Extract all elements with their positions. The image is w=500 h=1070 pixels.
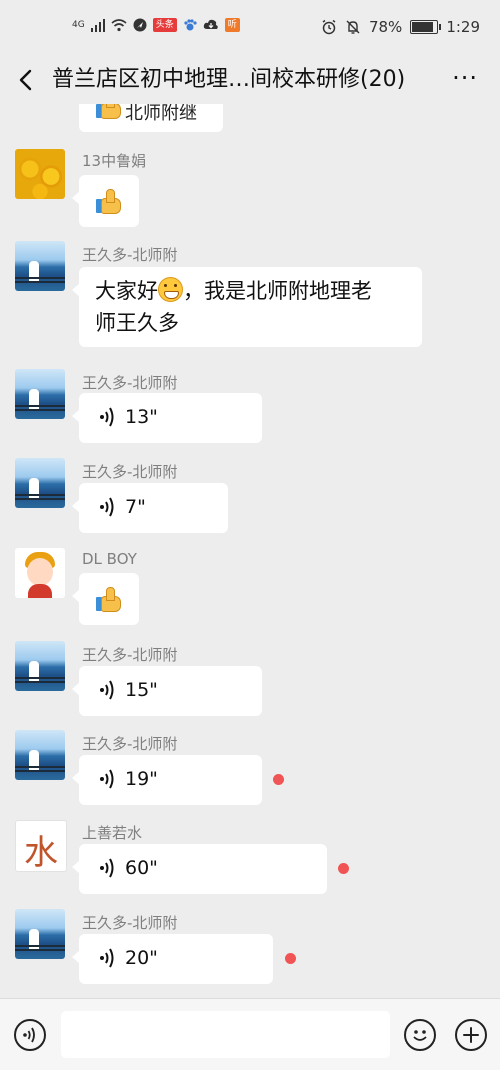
voice-message-bubble[interactable]: 7" [72, 483, 228, 533]
clock: 1:29 [446, 18, 480, 36]
sender-name: 王久多-北师附 [82, 914, 178, 932]
avatar[interactable] [15, 909, 65, 959]
voice-wave-icon [100, 769, 114, 789]
message-bubble[interactable]: 北师附继续 [79, 104, 223, 132]
battery-icon [410, 20, 442, 34]
avatar[interactable] [15, 369, 65, 419]
avatar[interactable] [15, 458, 65, 508]
message-text: ，我是北师附地理老 [183, 279, 372, 303]
sender-name: 王久多-北师附 [82, 463, 178, 481]
avatar[interactable] [15, 548, 65, 598]
cloud-download-icon [203, 19, 218, 29]
avatar[interactable] [15, 149, 65, 199]
sender-name: 王久多-北师附 [82, 735, 178, 753]
paw-icon [184, 19, 197, 31]
input-bar [0, 998, 500, 1070]
voice-input-button[interactable] [14, 1019, 46, 1051]
voice-duration: 7" [125, 496, 146, 518]
thumbs-up-icon [96, 587, 121, 612]
message-bubble[interactable]: 大家好 ，我是北师附地理老 师王久多 [72, 267, 422, 347]
alarm-icon [322, 19, 336, 35]
thumbs-up-icon [96, 189, 121, 214]
voice-duration: 15" [125, 679, 158, 701]
message-input[interactable] [61, 1011, 390, 1058]
sender-name: 王久多-北师附 [82, 646, 178, 664]
voice-wave-icon [23, 1027, 35, 1043]
voice-message-bubble[interactable]: 60" [72, 844, 327, 894]
more-options-icon[interactable]: ··· [452, 64, 478, 92]
voice-wave-icon [100, 948, 114, 968]
voice-duration: 19" [125, 768, 158, 790]
sender-name: DL BOY [82, 550, 137, 568]
chat-header: 普兰店区初中地理…间校本研修(20) ··· [0, 56, 500, 104]
message-text: 大家好 [95, 279, 158, 303]
avatar[interactable] [15, 641, 65, 691]
thumbs-up-icon [96, 104, 121, 119]
unread-dot [273, 774, 284, 785]
message-list[interactable]: 北师附继续 13中鲁娟 王久多-北师附 大家好 ，我是北师附地理老 师王久多 王久… [0, 104, 500, 998]
status-icons-right: 78% 1:29 [321, 18, 480, 36]
unread-dot [338, 863, 349, 874]
smile-icon [413, 1030, 427, 1041]
toutiao-badge: 头条 [152, 18, 177, 32]
signal-icon [90, 19, 105, 32]
message-text: 师王久多 [95, 311, 179, 335]
add-button[interactable] [455, 1019, 487, 1051]
mute-bell-icon [346, 20, 360, 34]
voice-wave-icon [100, 407, 114, 427]
plus-icon [463, 1027, 479, 1043]
avatar[interactable] [15, 241, 65, 291]
avatar[interactable] [15, 730, 65, 780]
unread-dot [285, 953, 296, 964]
sender-name: 上善若水 [82, 824, 143, 842]
network-type: 4G [72, 20, 85, 30]
sender-name: 王久多-北师附 [82, 246, 178, 264]
voice-message-bubble[interactable]: 15" [72, 666, 262, 716]
status-bar: 4G 头条 听 78% 1:29 [0, 0, 500, 56]
status-icons-left: 4G 头条 听 [72, 18, 240, 32]
message-text: 北师附继续 [125, 104, 197, 124]
emoji-message-bubble[interactable] [72, 175, 139, 227]
emoji-message-bubble[interactable] [72, 573, 139, 625]
voice-message-bubble[interactable]: 20" [72, 934, 273, 984]
battery-percent: 78% [368, 18, 403, 36]
voice-message-bubble[interactable]: 19" [72, 755, 262, 805]
voice-duration: 60" [125, 857, 158, 879]
avatar-glyph: 水 [24, 833, 58, 872]
voice-duration: 20" [125, 947, 158, 969]
voice-wave-icon [100, 858, 114, 878]
voice-wave-icon [100, 680, 114, 700]
ting-badge: 听 [224, 18, 240, 32]
voice-message-bubble[interactable]: 13" [72, 393, 262, 443]
sender-name: 王久多-北师附 [82, 374, 178, 392]
avatar[interactable]: 水 [15, 820, 67, 872]
navigation-icon [133, 18, 147, 32]
voice-wave-icon [100, 497, 114, 517]
voice-duration: 13" [125, 406, 158, 428]
back-arrow-icon[interactable] [14, 64, 38, 96]
wifi-icon [111, 19, 127, 32]
emoji-button[interactable] [404, 1019, 436, 1051]
grinning-face-icon [158, 277, 183, 302]
chat-title: 普兰店区初中地理…间校本研修(20) [52, 67, 406, 92]
sender-name: 13中鲁娟 [82, 152, 147, 170]
